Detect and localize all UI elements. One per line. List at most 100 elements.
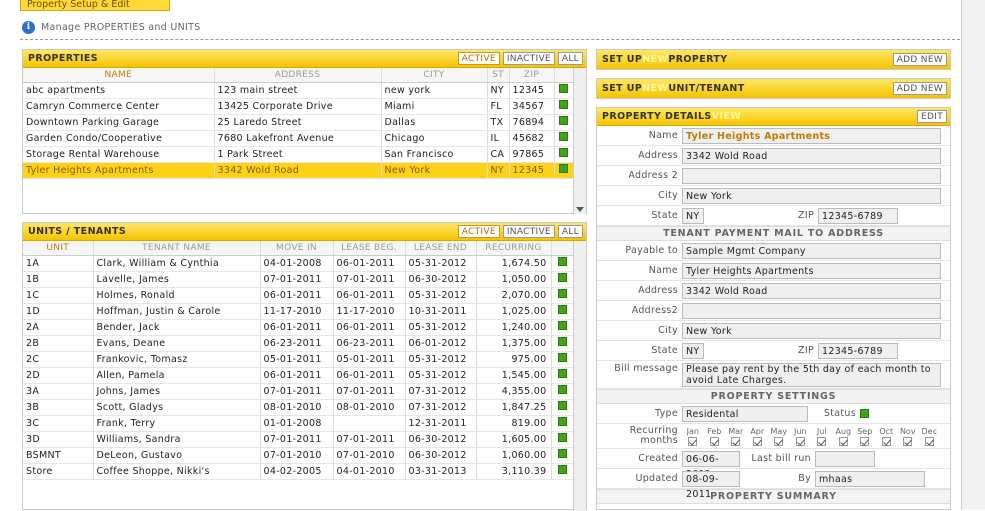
month-jan[interactable]: Jan <box>682 427 704 446</box>
month-checkbox[interactable] <box>838 436 848 446</box>
table-row[interactable]: 2B Evans, Deane 06-23-2011 06-23-2011 06-01-… <box>23 335 574 352</box>
table-row[interactable]: 1D Hoffman, Justin & Carole 11-17-2010 11-1… <box>23 303 574 320</box>
created-field[interactable]: 06-06-2011 <box>682 450 740 480</box>
month-checkbox[interactable] <box>752 436 762 446</box>
month-checkbox[interactable] <box>903 436 913 446</box>
cell-unit: 2B <box>23 335 94 352</box>
payable-field[interactable]: Sample Mgmt Company <box>682 242 941 259</box>
edit-button[interactable]: EDIT <box>917 110 947 123</box>
col-zip[interactable]: ZIP <box>509 68 555 83</box>
col-recurring[interactable]: RECURRING <box>476 241 552 256</box>
month-checkbox[interactable] <box>817 436 827 446</box>
col-st[interactable]: ST <box>487 68 510 83</box>
filter-active-button[interactable]: ACTIVE <box>457 52 500 65</box>
add-new-unit-button[interactable]: ADD NEW <box>892 82 947 95</box>
units-filter-active-button[interactable]: ACTIVE <box>457 225 500 238</box>
table-row[interactable]: Store Coffee Shoppe, Nikki's 04-02-2005 04-… <box>23 463 574 480</box>
table-row[interactable]: 3C Frank, Terry 01-01-2008 12-31-2011 819.00 <box>23 415 574 432</box>
month-checkbox[interactable] <box>731 436 741 446</box>
units-scrollbar[interactable] <box>573 241 586 511</box>
table-row[interactable]: 1A Clark, William & Cynthia 04-01-2008 06-0… <box>23 255 574 272</box>
address-field[interactable]: 3342 Wold Road <box>682 147 941 164</box>
table-row[interactable]: Garden Condo/Cooperative 7680 Lakefront A… <box>23 130 574 147</box>
month-jun[interactable]: Jun <box>790 427 812 446</box>
mail-name-field[interactable]: Tyler Heights Apartments <box>682 262 941 279</box>
month-checkbox[interactable] <box>795 436 805 446</box>
setup-unit-header: SET UP NEW UNIT/TENANT ADD NEW <box>597 79 950 98</box>
table-row[interactable]: BSMNT DeLeon, Gustavo 07-01-2010 07-01-2010… <box>23 447 574 464</box>
name-field[interactable]: Tyler Heights Apartments <box>682 127 941 144</box>
month-oct[interactable]: Oct <box>876 427 898 446</box>
mail-address-field[interactable]: 3342 Wold Road <box>682 282 941 299</box>
table-row[interactable]: 2C Frankovic, Tomasz 05-01-2011 05-01-2011 0… <box>23 351 574 368</box>
cell-lease-end: 07-31-2012 <box>405 399 477 416</box>
table-row[interactable]: 3B Scott, Gladys 08-01-2010 08-01-2010 07-31… <box>23 399 574 416</box>
status-indicator[interactable] <box>860 409 869 418</box>
month-checkbox[interactable] <box>709 436 719 446</box>
month-apr[interactable]: Apr <box>747 427 769 446</box>
table-row[interactable]: 3A Johns, James 07-01-2011 07-01-2011 07-31-… <box>23 383 574 400</box>
status-cell <box>551 351 574 368</box>
type-field[interactable]: Residental <box>682 405 808 422</box>
col-unit[interactable]: UNIT <box>23 241 94 256</box>
month-sep[interactable]: Sep <box>854 427 876 446</box>
col-lease-beg[interactable]: LEASE BEG. <box>333 241 406 256</box>
month-may[interactable]: May <box>768 427 790 446</box>
month-checkbox[interactable] <box>774 436 784 446</box>
month-jul[interactable]: Jul <box>811 427 833 446</box>
month-mar[interactable]: Mar <box>725 427 747 446</box>
mail-zip-field[interactable]: 12345-6789 <box>818 342 898 359</box>
city-field[interactable]: New York <box>682 187 941 204</box>
units-filter-all-button[interactable]: ALL <box>557 225 583 238</box>
col-tenant[interactable]: TENANT NAME <box>93 241 261 256</box>
month-dec[interactable]: Dec <box>919 427 941 446</box>
filter-all-button[interactable]: ALL <box>557 52 583 65</box>
status-cell <box>551 271 574 288</box>
properties-scrollbar[interactable] <box>573 68 586 214</box>
table-row[interactable]: 1B Lavelle, James 07-01-2011 07-01-2011 06-3… <box>23 271 574 288</box>
month-checkbox[interactable] <box>860 436 870 446</box>
address2-field[interactable] <box>682 167 941 184</box>
mail-state-field[interactable]: NY <box>682 342 704 359</box>
col-address[interactable]: ADDRESS <box>214 68 382 83</box>
col-city[interactable]: CITY <box>381 68 488 83</box>
table-row[interactable]: Camryn Commerce Center 13425 Corporate Dr… <box>23 98 574 115</box>
month-checkbox[interactable] <box>688 436 698 446</box>
month-checkbox[interactable] <box>881 436 891 446</box>
col-name[interactable]: NAME <box>23 68 215 83</box>
mail-address2-field[interactable] <box>682 302 941 319</box>
col-move-in[interactable]: MOVE IN <box>260 241 334 256</box>
col-lease-end[interactable]: LEASE END <box>405 241 477 256</box>
add-new-property-button[interactable]: ADD NEW <box>892 53 947 66</box>
table-row[interactable]: Storage Rental Warehouse 1 Park Street San… <box>23 146 574 163</box>
cell-lease-end: 06-30-2012 <box>405 447 477 464</box>
status-cell <box>554 146 574 163</box>
month-aug[interactable]: Aug <box>833 427 855 446</box>
filter-inactive-button[interactable]: INACTIVE <box>502 52 555 65</box>
state-field[interactable]: NY <box>682 207 704 224</box>
tab-property-setup[interactable]: Property Setup & Edit <box>20 0 170 11</box>
table-row[interactable]: Downtown Parking Garage 25 Laredo Street D… <box>23 114 574 131</box>
zip-field[interactable]: 12345-6789 <box>818 207 898 224</box>
table-row[interactable]: Tyler Heights Apartments 3342 Wold Road Ne… <box>23 162 574 179</box>
scrollbar[interactable] <box>961 0 985 510</box>
scroll-down-icon[interactable] <box>576 207 584 212</box>
month-nov[interactable]: Nov <box>897 427 919 446</box>
cell-city: Dallas <box>381 114 488 131</box>
table-row[interactable]: abc apartments 123 main street new york NY 1… <box>23 82 574 99</box>
by-field[interactable]: mhaas <box>815 470 925 487</box>
updated-field[interactable]: 08-09-2011 <box>682 470 740 500</box>
table-row[interactable]: 3D Williams, Sandra 07-01-2011 07-01-2011 06… <box>23 431 574 448</box>
table-row[interactable]: 1C Holmes, Ronald 06-01-2011 06-01-2011 05-3… <box>23 287 574 304</box>
properties-title: PROPERTIES <box>28 53 99 64</box>
table-row[interactable]: 2A Bender, Jack 06-01-2011 06-01-2011 05-31-… <box>23 319 574 336</box>
last-bill-field[interactable] <box>815 450 875 467</box>
col-status <box>554 68 574 83</box>
month-checkbox[interactable] <box>924 436 934 446</box>
bill-message-field[interactable]: Please pay rent by the 5th day of each m… <box>682 363 941 387</box>
mail-city-field[interactable]: New York <box>682 322 941 339</box>
units-filter-inactive-button[interactable]: INACTIVE <box>502 225 555 238</box>
table-row[interactable]: 2D Allen, Pamela 06-01-2011 06-01-2011 05-31… <box>23 367 574 384</box>
status-indicator <box>557 353 567 362</box>
month-feb[interactable]: Feb <box>704 427 726 446</box>
